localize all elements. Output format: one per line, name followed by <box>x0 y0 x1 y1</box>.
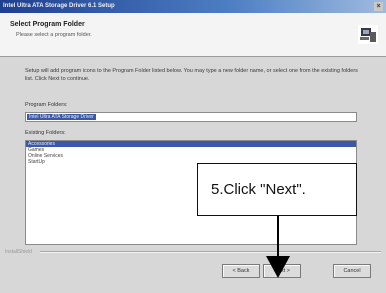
existing-folders-label: Existing Folders: <box>25 130 66 136</box>
back-button[interactable]: < Back <box>222 264 260 278</box>
cancel-button[interactable]: Cancel <box>333 264 371 278</box>
page-subtitle: Please select a program folder. <box>16 32 92 38</box>
instructions-text: Setup will add program icons to the Prog… <box>25 68 358 82</box>
window-title: Intel Ultra ATA Storage Driver 6.1 Setup <box>3 3 115 9</box>
page-title: Select Program Folder <box>10 21 85 28</box>
title-bar: Intel Ultra ATA Storage Driver 6.1 Setup… <box>0 0 386 13</box>
program-folders-label: Program Folders: <box>25 102 68 108</box>
wizard-header: Select Program Folder Please select a pr… <box>0 13 386 57</box>
program-folder-value: Intel Ultra ATA Storage Driver <box>27 114 96 120</box>
down-arrow-icon <box>266 216 290 278</box>
instruction-callout: 5.Click "Next". <box>197 163 357 216</box>
close-icon[interactable]: × <box>374 2 383 11</box>
footer-divider <box>40 251 381 253</box>
installshield-brand: InstallShield <box>5 249 32 255</box>
program-folder-input[interactable]: Intel Ultra ATA Storage Driver <box>25 112 357 122</box>
setup-computer-icon <box>358 25 378 44</box>
setup-window: Intel Ultra ATA Storage Driver 6.1 Setup… <box>0 0 386 293</box>
